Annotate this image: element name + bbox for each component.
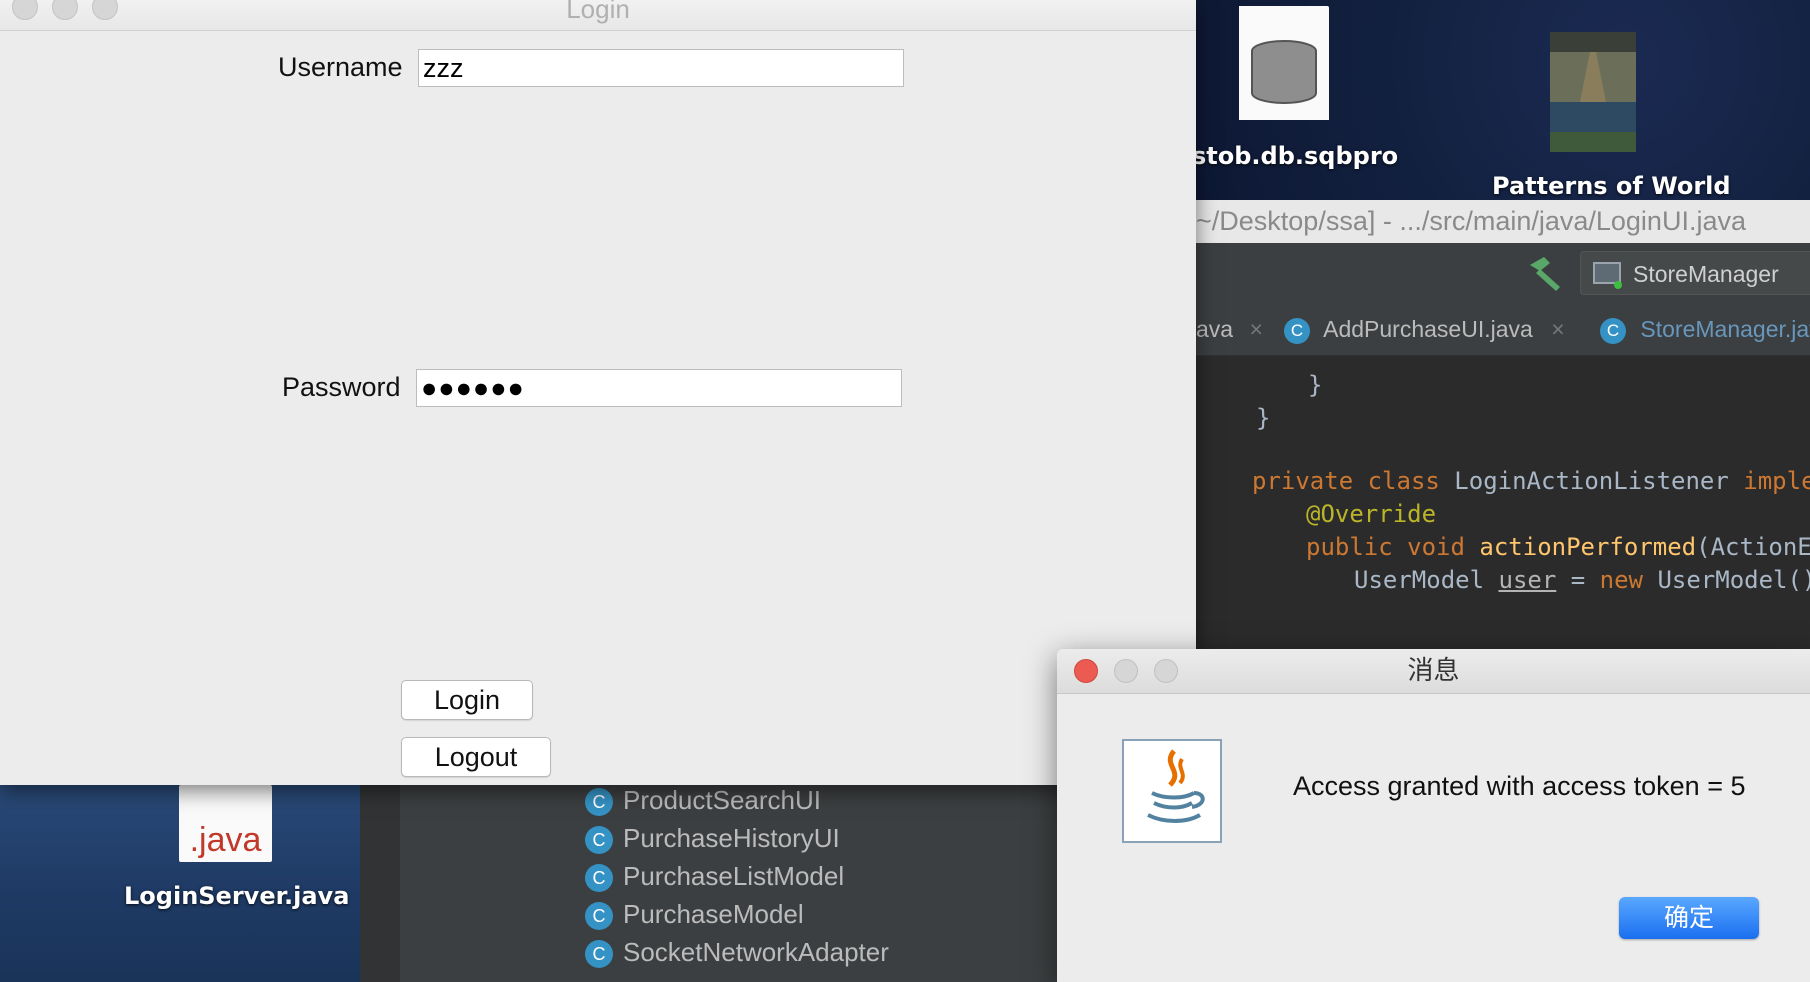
build-hammer-icon[interactable] [1526,255,1562,291]
dialog-titlebar: 消息 [1057,649,1810,694]
app-window-icon [1593,262,1622,289]
desktop-icon-label-book[interactable]: Patterns of World [1492,172,1731,200]
tab-addpurchaseui[interactable]: C AddPurchaseUI.java × [1284,303,1565,355]
tab-label: ava [1196,316,1234,342]
class-icon: C [585,826,613,855]
class-icon: C [585,902,613,931]
desktop-icon-label-java[interactable]: LoginServer.java [124,882,349,910]
class-icon: C [585,864,613,893]
tree-item[interactable]: C PurchaseModel [585,899,804,931]
username-label: Username [278,52,403,82]
close-icon[interactable]: × [1249,316,1262,342]
java-logo-icon [1122,739,1222,843]
tree-item[interactable]: C ProductSearchUI [585,785,821,817]
login-window: Login Username zzz Password ●●●●●● Login… [0,0,1196,785]
code-line-method-decl: public void actionPerformed(ActionEv [1306,533,1810,561]
code-line: } [1308,371,1323,399]
code-line-usermodel: UserModel user = new UserModel() [1354,566,1810,594]
class-icon: C [585,940,613,969]
ide-toolbar: StoreManager [1196,243,1810,303]
tab-storemanager[interactable]: C StoreManager.jav [1600,303,1810,355]
tree-item[interactable]: C PurchaseListModel [585,861,844,893]
dialog-title: 消息 [1407,656,1460,686]
dialog-message: Access granted with access token = 5 [1293,771,1746,801]
database-file-icon[interactable] [1239,6,1329,120]
code-editor[interactable]: } } private class LoginActionListener im… [1196,355,1810,650]
class-icon: C [585,788,613,817]
logout-button[interactable]: Logout [401,737,551,777]
code-line-class-decl: private class LoginActionListener implem [1252,467,1810,495]
close-icon[interactable]: × [1551,316,1564,342]
run-configuration-label: StoreManager [1633,261,1779,287]
book-cover-icon[interactable] [1550,32,1636,152]
tab-label: StoreManager.jav [1640,316,1810,342]
login-button[interactable]: Login [401,680,533,720]
editor-tabs: ava × C AddPurchaseUI.java × C StoreMana… [1196,303,1810,356]
project-tree: C ProductSearchUI C PurchaseHistoryUI C Pur… [360,785,1090,982]
tower-image-icon [1550,32,1636,152]
ide-window-title: ~/Desktop/ssa] - .../src/main/java/Login… [1196,200,1810,243]
tree-item[interactable]: C PurchaseHistoryUI [585,823,840,855]
login-window-title: Login [566,0,630,24]
java-file-icon[interactable]: .java [179,785,272,862]
password-field[interactable]: ●●●●●● [416,369,902,407]
tree-item[interactable]: C SocketNetworkAdapter [585,937,889,969]
class-run-icon: C [1600,317,1626,344]
tab-loginui[interactable]: ava × [1196,303,1263,355]
message-dialog: 消息 Access granted with access token = 5 … [1057,649,1810,982]
tab-label: AddPurchaseUI.java [1323,316,1533,342]
desktop-icon-label-db[interactable]: stob.db.sqbpro [1192,142,1398,170]
class-icon: C [1284,317,1310,344]
code-line: } [1256,404,1271,432]
code-line: @Override [1306,500,1437,528]
ok-button[interactable]: 确定 [1619,897,1759,939]
database-icon [1239,6,1329,120]
ide-window: ~/Desktop/ssa] - .../src/main/java/Login… [1196,200,1810,650]
run-configuration-select[interactable]: StoreManager [1580,251,1810,295]
password-label: Password [282,372,401,402]
tree-gutter [360,785,400,982]
java-file-badge: .java [189,821,262,859]
login-titlebar: Login [0,0,1196,31]
username-field[interactable]: zzz [418,49,904,87]
